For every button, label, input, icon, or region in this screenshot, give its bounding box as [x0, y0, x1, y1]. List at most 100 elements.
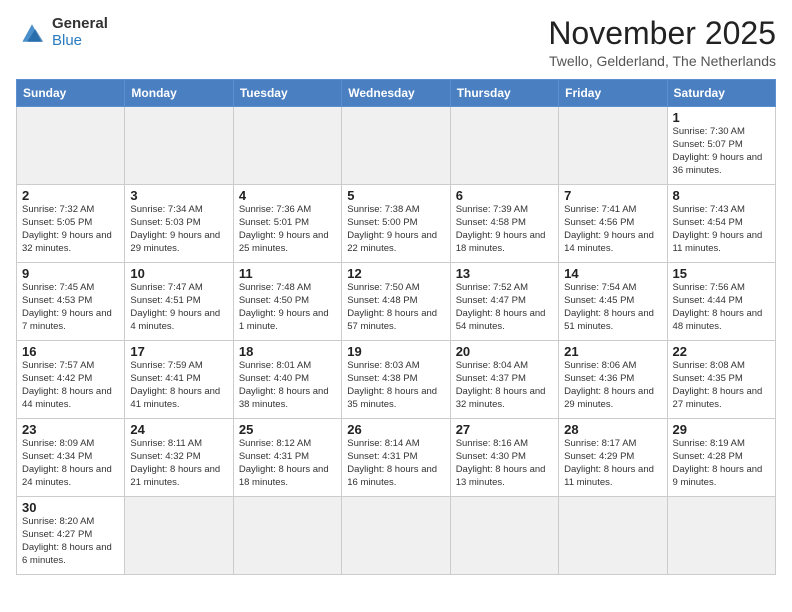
day-number: 16 — [22, 344, 119, 359]
weekday-header-tuesday: Tuesday — [233, 80, 341, 107]
week-row-0: 1Sunrise: 7:30 AM Sunset: 5:07 PM Daylig… — [17, 107, 776, 185]
calendar-cell: 4Sunrise: 7:36 AM Sunset: 5:01 PM Daylig… — [233, 185, 341, 263]
day-number: 17 — [130, 344, 227, 359]
day-info: Sunrise: 8:04 AM Sunset: 4:37 PM Dayligh… — [456, 360, 553, 411]
calendar-cell — [450, 107, 558, 185]
calendar-cell — [559, 497, 667, 575]
weekday-header-friday: Friday — [559, 80, 667, 107]
week-row-4: 23Sunrise: 8:09 AM Sunset: 4:34 PM Dayli… — [17, 419, 776, 497]
subtitle: Twello, Gelderland, The Netherlands — [548, 53, 776, 69]
day-info: Sunrise: 8:12 AM Sunset: 4:31 PM Dayligh… — [239, 438, 336, 489]
day-number: 22 — [673, 344, 770, 359]
day-number: 26 — [347, 422, 444, 437]
day-number: 11 — [239, 266, 336, 281]
day-number: 21 — [564, 344, 661, 359]
calendar-cell — [125, 107, 233, 185]
day-number: 19 — [347, 344, 444, 359]
day-info: Sunrise: 7:41 AM Sunset: 4:56 PM Dayligh… — [564, 204, 661, 255]
calendar-cell: 20Sunrise: 8:04 AM Sunset: 4:37 PM Dayli… — [450, 341, 558, 419]
day-info: Sunrise: 8:14 AM Sunset: 4:31 PM Dayligh… — [347, 438, 444, 489]
day-number: 28 — [564, 422, 661, 437]
day-info: Sunrise: 8:16 AM Sunset: 4:30 PM Dayligh… — [456, 438, 553, 489]
calendar-cell: 14Sunrise: 7:54 AM Sunset: 4:45 PM Dayli… — [559, 263, 667, 341]
day-info: Sunrise: 7:39 AM Sunset: 4:58 PM Dayligh… — [456, 204, 553, 255]
day-info: Sunrise: 8:08 AM Sunset: 4:35 PM Dayligh… — [673, 360, 770, 411]
calendar-cell — [17, 107, 125, 185]
day-info: Sunrise: 7:36 AM Sunset: 5:01 PM Dayligh… — [239, 204, 336, 255]
calendar: SundayMondayTuesdayWednesdayThursdayFrid… — [16, 79, 776, 575]
day-info: Sunrise: 7:47 AM Sunset: 4:51 PM Dayligh… — [130, 282, 227, 333]
day-info: Sunrise: 7:48 AM Sunset: 4:50 PM Dayligh… — [239, 282, 336, 333]
calendar-cell: 12Sunrise: 7:50 AM Sunset: 4:48 PM Dayli… — [342, 263, 450, 341]
day-info: Sunrise: 8:19 AM Sunset: 4:28 PM Dayligh… — [673, 438, 770, 489]
day-number: 24 — [130, 422, 227, 437]
day-info: Sunrise: 7:45 AM Sunset: 4:53 PM Dayligh… — [22, 282, 119, 333]
calendar-cell — [125, 497, 233, 575]
calendar-cell — [450, 497, 558, 575]
day-info: Sunrise: 7:32 AM Sunset: 5:05 PM Dayligh… — [22, 204, 119, 255]
day-number: 29 — [673, 422, 770, 437]
weekday-header-row: SundayMondayTuesdayWednesdayThursdayFrid… — [17, 80, 776, 107]
calendar-cell: 22Sunrise: 8:08 AM Sunset: 4:35 PM Dayli… — [667, 341, 775, 419]
calendar-cell: 7Sunrise: 7:41 AM Sunset: 4:56 PM Daylig… — [559, 185, 667, 263]
calendar-cell: 25Sunrise: 8:12 AM Sunset: 4:31 PM Dayli… — [233, 419, 341, 497]
day-number: 13 — [456, 266, 553, 281]
day-info: Sunrise: 7:54 AM Sunset: 4:45 PM Dayligh… — [564, 282, 661, 333]
page: General Blue November 2025 Twello, Gelde… — [0, 0, 792, 612]
day-info: Sunrise: 8:01 AM Sunset: 4:40 PM Dayligh… — [239, 360, 336, 411]
title-block: November 2025 Twello, Gelderland, The Ne… — [548, 16, 776, 69]
day-number: 5 — [347, 188, 444, 203]
day-number: 10 — [130, 266, 227, 281]
calendar-cell: 11Sunrise: 7:48 AM Sunset: 4:50 PM Dayli… — [233, 263, 341, 341]
calendar-cell — [342, 107, 450, 185]
calendar-cell: 30Sunrise: 8:20 AM Sunset: 4:27 PM Dayli… — [17, 497, 125, 575]
calendar-cell: 29Sunrise: 8:19 AM Sunset: 4:28 PM Dayli… — [667, 419, 775, 497]
day-number: 8 — [673, 188, 770, 203]
day-number: 25 — [239, 422, 336, 437]
day-number: 9 — [22, 266, 119, 281]
calendar-cell: 17Sunrise: 7:59 AM Sunset: 4:41 PM Dayli… — [125, 341, 233, 419]
day-info: Sunrise: 7:38 AM Sunset: 5:00 PM Dayligh… — [347, 204, 444, 255]
calendar-cell: 6Sunrise: 7:39 AM Sunset: 4:58 PM Daylig… — [450, 185, 558, 263]
day-number: 30 — [22, 500, 119, 515]
week-row-1: 2Sunrise: 7:32 AM Sunset: 5:05 PM Daylig… — [17, 185, 776, 263]
calendar-cell: 9Sunrise: 7:45 AM Sunset: 4:53 PM Daylig… — [17, 263, 125, 341]
weekday-header-wednesday: Wednesday — [342, 80, 450, 107]
calendar-cell: 28Sunrise: 8:17 AM Sunset: 4:29 PM Dayli… — [559, 419, 667, 497]
day-number: 2 — [22, 188, 119, 203]
calendar-cell: 13Sunrise: 7:52 AM Sunset: 4:47 PM Dayli… — [450, 263, 558, 341]
day-info: Sunrise: 7:30 AM Sunset: 5:07 PM Dayligh… — [673, 126, 770, 177]
logo-text: General Blue — [52, 16, 108, 49]
day-info: Sunrise: 8:03 AM Sunset: 4:38 PM Dayligh… — [347, 360, 444, 411]
week-row-3: 16Sunrise: 7:57 AM Sunset: 4:42 PM Dayli… — [17, 341, 776, 419]
weekday-header-monday: Monday — [125, 80, 233, 107]
day-info: Sunrise: 8:17 AM Sunset: 4:29 PM Dayligh… — [564, 438, 661, 489]
day-info: Sunrise: 7:43 AM Sunset: 4:54 PM Dayligh… — [673, 204, 770, 255]
day-info: Sunrise: 7:59 AM Sunset: 4:41 PM Dayligh… — [130, 360, 227, 411]
calendar-cell: 15Sunrise: 7:56 AM Sunset: 4:44 PM Dayli… — [667, 263, 775, 341]
weekday-header-thursday: Thursday — [450, 80, 558, 107]
week-row-5: 30Sunrise: 8:20 AM Sunset: 4:27 PM Dayli… — [17, 497, 776, 575]
calendar-cell: 23Sunrise: 8:09 AM Sunset: 4:34 PM Dayli… — [17, 419, 125, 497]
day-number: 4 — [239, 188, 336, 203]
calendar-cell: 3Sunrise: 7:34 AM Sunset: 5:03 PM Daylig… — [125, 185, 233, 263]
calendar-cell: 1Sunrise: 7:30 AM Sunset: 5:07 PM Daylig… — [667, 107, 775, 185]
calendar-cell — [233, 497, 341, 575]
day-number: 20 — [456, 344, 553, 359]
calendar-cell: 18Sunrise: 8:01 AM Sunset: 4:40 PM Dayli… — [233, 341, 341, 419]
day-number: 15 — [673, 266, 770, 281]
day-info: Sunrise: 8:11 AM Sunset: 4:32 PM Dayligh… — [130, 438, 227, 489]
logo: General Blue — [16, 16, 108, 49]
day-info: Sunrise: 7:56 AM Sunset: 4:44 PM Dayligh… — [673, 282, 770, 333]
day-info: Sunrise: 8:09 AM Sunset: 4:34 PM Dayligh… — [22, 438, 119, 489]
calendar-cell: 24Sunrise: 8:11 AM Sunset: 4:32 PM Dayli… — [125, 419, 233, 497]
calendar-cell: 16Sunrise: 7:57 AM Sunset: 4:42 PM Dayli… — [17, 341, 125, 419]
day-number: 14 — [564, 266, 661, 281]
day-info: Sunrise: 7:50 AM Sunset: 4:48 PM Dayligh… — [347, 282, 444, 333]
calendar-cell: 2Sunrise: 7:32 AM Sunset: 5:05 PM Daylig… — [17, 185, 125, 263]
calendar-cell — [559, 107, 667, 185]
week-row-2: 9Sunrise: 7:45 AM Sunset: 4:53 PM Daylig… — [17, 263, 776, 341]
day-info: Sunrise: 8:20 AM Sunset: 4:27 PM Dayligh… — [22, 516, 119, 567]
day-number: 27 — [456, 422, 553, 437]
calendar-cell — [342, 497, 450, 575]
